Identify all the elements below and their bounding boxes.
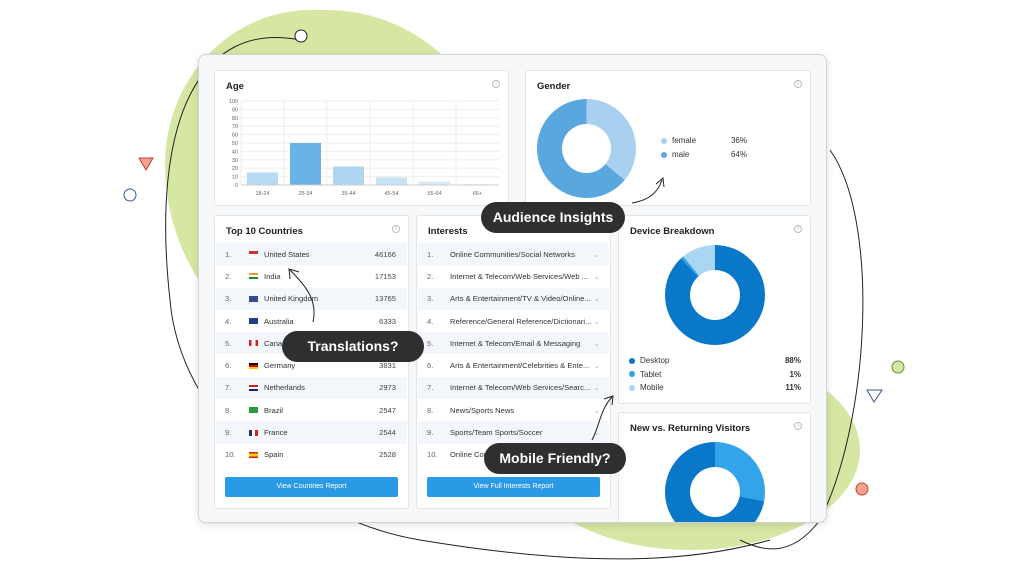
arrow-icons [288,177,665,441]
